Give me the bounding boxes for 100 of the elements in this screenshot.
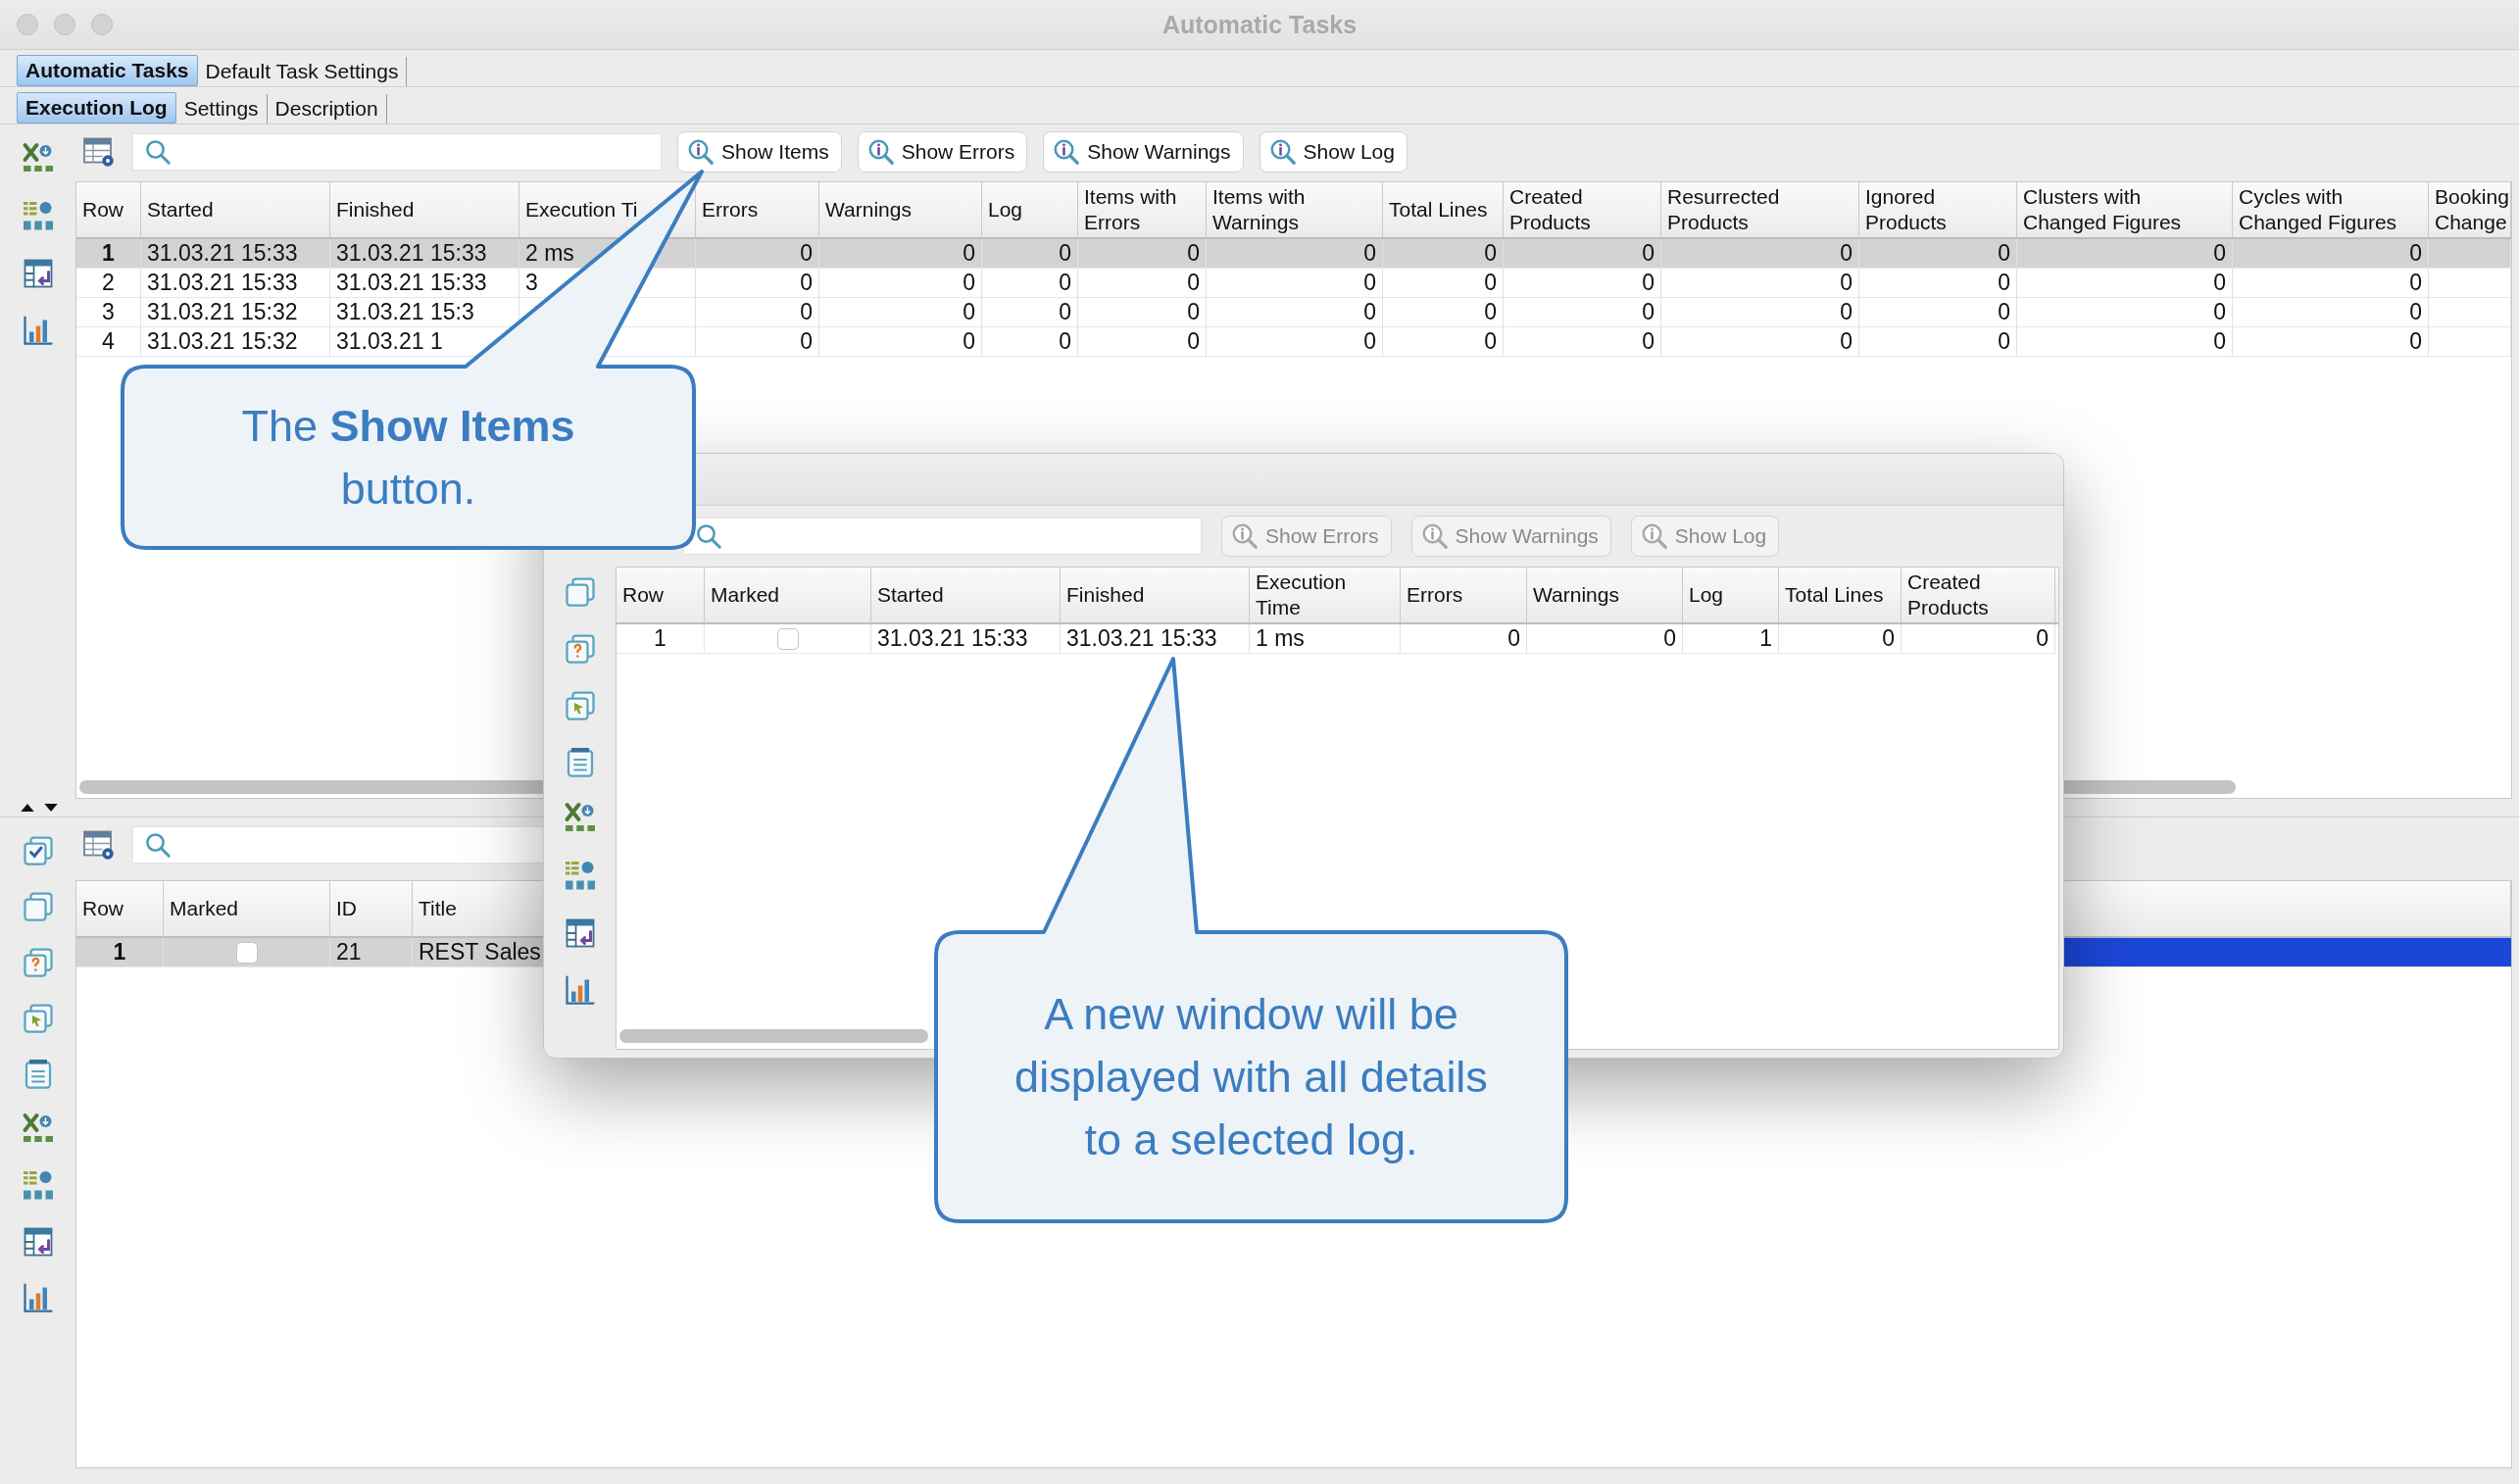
table-cell: 31.03.21 15:32 (147, 299, 298, 325)
table-cell: 0 (1642, 299, 1655, 325)
column-header[interactable]: Started (141, 182, 330, 237)
table-cell: 31.03.21 1 (336, 328, 443, 355)
table-cell: 0 (1642, 240, 1655, 267)
search-icon (143, 137, 173, 167)
toolbar-button[interactable]: Show Items (677, 131, 842, 173)
tab[interactable]: Automatic Tasks (17, 55, 198, 86)
table-cell: 0 (1998, 240, 2010, 267)
table-cell: 0 (1363, 240, 1376, 267)
column-header[interactable]: Total Lines (1779, 568, 1902, 622)
search-field[interactable] (683, 518, 1202, 555)
column-header[interactable]: Booking Change (2429, 182, 2511, 237)
info-search-icon (1230, 521, 1260, 551)
table-cell: 0 (963, 328, 975, 355)
column-header[interactable]: Row (76, 881, 164, 936)
table-cell: 1 ms (1256, 625, 1305, 652)
table-cell: 31.03.21 15:33 (147, 240, 298, 267)
table-cell: 2 (102, 270, 115, 296)
table-cell: 0 (2409, 270, 2422, 296)
column-header[interactable]: Marked (164, 881, 330, 936)
table-cell: 0 (1363, 270, 1376, 296)
table-cell: 0 (1187, 328, 1200, 355)
search-icon (143, 830, 173, 860)
column-header[interactable]: Errors (1401, 568, 1527, 622)
table-cell: 3 (102, 299, 115, 325)
table-cell: 31.03.21 15:33 (336, 270, 487, 296)
search-field[interactable] (132, 133, 662, 171)
tab[interactable]: Default Task Settings (197, 57, 408, 86)
table-cell: 0 (1998, 270, 2010, 296)
column-header[interactable]: Log (1683, 568, 1779, 622)
tab[interactable]: Execution Log (17, 92, 176, 124)
tab[interactable]: Description (267, 94, 387, 124)
table-cell: REST Sales (419, 939, 541, 965)
table-cell: 0 (1363, 328, 1376, 355)
column-header[interactable]: Created Products (1504, 182, 1661, 237)
table-cell: 1 (113, 939, 126, 965)
table-cell: 0 (2409, 299, 2422, 325)
table-cell: 0 (1998, 299, 2010, 325)
table-cell: 0 (1663, 625, 1676, 652)
table-cell: 0 (2409, 328, 2422, 355)
column-header[interactable]: Resurrected Products (1661, 182, 1859, 237)
table-cell: 0 (963, 270, 975, 296)
table-cell: 2 ms (525, 240, 574, 267)
column-header[interactable]: Warnings (819, 182, 982, 237)
table-row[interactable]: 1 31.03.21 15:33 31.03.21 15:33 1 ms 0 0 1 0 0 (617, 624, 2058, 654)
table-cell: 0 (2036, 625, 2049, 652)
table-cell: 1 (1759, 625, 1772, 652)
table-cell: 21 (336, 939, 362, 965)
table-cell: 0 (800, 299, 813, 325)
column-header[interactable]: Total Lines (1383, 182, 1504, 237)
column-header[interactable]: Finished (330, 182, 519, 237)
info-search-icon (1267, 137, 1298, 167)
column-header[interactable]: Execution Time (1250, 568, 1401, 622)
column-header[interactable]: ID (330, 881, 413, 936)
column-header[interactable]: Warnings (1527, 568, 1683, 622)
table-cell: 0 (1840, 240, 1852, 267)
callout-text: The Show Items button. (240, 399, 576, 516)
table-cell: 31.03.21 15:32 (147, 328, 298, 355)
column-header[interactable]: Items with Errors (1078, 182, 1207, 237)
column-header[interactable]: Ignored Products (1859, 182, 2017, 237)
table-cell: 0 (1840, 299, 1852, 325)
toolbar-button[interactable]: Show Log (1259, 131, 1408, 173)
search-icon (694, 521, 723, 551)
table-cell: 0 (2213, 270, 2226, 296)
column-header[interactable]: Started (871, 568, 1061, 622)
callout-text: A new window will be displayed with all details to a selected log. (1013, 987, 1489, 1166)
column-header[interactable]: Clusters with Changed Figures (2017, 182, 2233, 237)
table-cell: 0 (1059, 240, 1071, 267)
table-cell: 31.03.21 15:33 (147, 270, 298, 296)
column-header[interactable]: Row (617, 568, 705, 622)
table-cell: 0 (1882, 625, 1895, 652)
table-cell: 0 (1998, 328, 2010, 355)
table-cell: 0 (1507, 625, 1520, 652)
table-cell: 0 (1187, 240, 1200, 267)
column-header[interactable]: Cycles with Changed Figures (2233, 182, 2429, 237)
checkbox[interactable] (776, 627, 799, 650)
column-header[interactable]: Created Products (1902, 568, 2055, 622)
info-search-icon (1052, 137, 1082, 167)
table-cell: 0 (963, 299, 975, 325)
table-cell: 0 (2213, 240, 2226, 267)
column-header[interactable]: Items with Warnings (1207, 182, 1383, 237)
table-cell: 0 (1187, 270, 1200, 296)
table-cell: 0 (1059, 270, 1071, 296)
table-cell: 0 (2213, 299, 2226, 325)
table-cell: 0 (2409, 240, 2422, 267)
column-header[interactable]: Log (982, 182, 1078, 237)
table-cell: 0 (1059, 328, 1071, 355)
tab[interactable]: Settings (175, 94, 268, 124)
column-header[interactable]: Finished (1061, 568, 1250, 622)
scrollbar[interactable] (619, 1029, 928, 1043)
table-row[interactable]: 1 31.03.21 15:33 31.03.21 15:33 2 ms 0 0 0 0 0 0 0 0 0 0 0 (76, 239, 2511, 269)
toolbar-button[interactable]: Show Warnings (1043, 131, 1244, 173)
column-header[interactable]: Row (76, 182, 141, 237)
table-cell: 1 (654, 625, 667, 652)
table-cell: 1 (102, 240, 115, 267)
checkbox[interactable] (235, 941, 258, 964)
toolbar-button[interactable]: Show Errors (857, 131, 1028, 173)
column-header[interactable]: Marked (705, 568, 871, 622)
table-cell: 0 (1484, 299, 1497, 325)
